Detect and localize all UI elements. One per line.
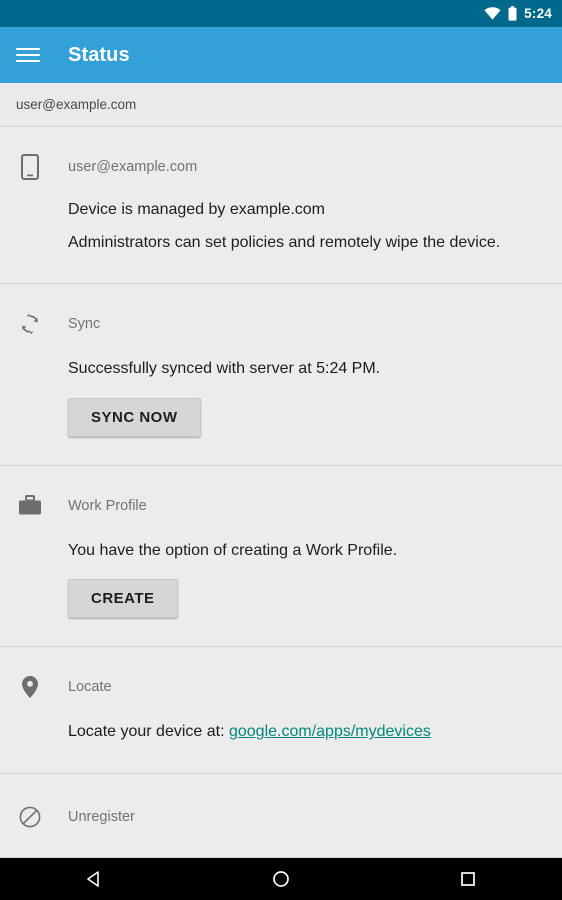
system-navigation-bar bbox=[0, 858, 562, 900]
section-work-profile: Work Profile You have the option of crea… bbox=[0, 465, 562, 648]
device-managed-text: Device is managed by example.com bbox=[68, 201, 326, 218]
section-device: user@example.com Device is managed by ex… bbox=[0, 127, 562, 285]
button-row: SYNC NOW bbox=[68, 397, 546, 437]
section-title: Unregister bbox=[68, 808, 135, 825]
app-bar: Status bbox=[0, 27, 562, 83]
section-body: Successfully synced with server at 5:24 … bbox=[16, 358, 546, 465]
section-header: Unregister bbox=[16, 774, 546, 831]
section-header: Locate bbox=[16, 647, 546, 701]
map-pin-icon bbox=[16, 673, 44, 701]
section-header: user@example.com bbox=[16, 127, 546, 181]
mydevices-link[interactable]: google.com/apps/mydevices bbox=[229, 723, 431, 740]
create-work-profile-button[interactable]: CREATE bbox=[68, 579, 178, 619]
section-title: Locate bbox=[68, 679, 112, 696]
section-locate: Locate Locate your device at: google.com… bbox=[0, 647, 562, 774]
clock-label: 5:24 bbox=[524, 5, 552, 21]
battery-icon bbox=[508, 6, 517, 21]
button-row: CREATE bbox=[68, 579, 546, 619]
recents-square-icon[interactable] bbox=[440, 858, 496, 900]
section-body: You have the option of creating a Work P… bbox=[16, 540, 546, 647]
app-screen: 5:24 Status user@example.com user@exampl… bbox=[0, 0, 562, 900]
device-policy-text: Administrators can set policies and remo… bbox=[68, 233, 501, 251]
section-sync: Sync Successfully synced with server at … bbox=[0, 284, 562, 466]
account-email-label: user@example.com bbox=[16, 97, 137, 112]
block-icon bbox=[16, 803, 44, 831]
section-body: Device is managed by example.com Adminis… bbox=[16, 199, 546, 283]
section-header: Sync bbox=[16, 284, 546, 338]
section-header: Work Profile bbox=[16, 466, 546, 520]
section-body: Locate your device at: google.com/apps/m… bbox=[16, 721, 546, 773]
section-unregister[interactable]: Unregister bbox=[0, 773, 562, 858]
wifi-icon bbox=[484, 7, 501, 20]
section-title: Sync bbox=[68, 316, 101, 333]
home-circle-icon[interactable] bbox=[253, 858, 309, 900]
locate-text-row: Locate your device at: google.com/apps/m… bbox=[68, 721, 546, 743]
section-title: Work Profile bbox=[68, 497, 147, 514]
sync-now-button[interactable]: SYNC NOW bbox=[68, 397, 201, 437]
page-title: Status bbox=[68, 43, 130, 66]
section-title: user@example.com bbox=[68, 159, 198, 175]
hamburger-menu-icon[interactable] bbox=[16, 43, 40, 67]
sync-icon bbox=[16, 310, 44, 338]
account-bar[interactable]: user@example.com bbox=[0, 83, 562, 127]
back-triangle-icon[interactable] bbox=[66, 858, 122, 900]
smartphone-icon bbox=[16, 153, 44, 181]
sync-status-text: Successfully synced with server at 5:24 … bbox=[68, 360, 381, 378]
work-profile-text: You have the option of creating a Work P… bbox=[68, 541, 398, 559]
briefcase-icon bbox=[16, 492, 44, 520]
system-status-bar: 5:24 bbox=[0, 0, 562, 27]
locate-prefix-label: Locate your device at: bbox=[68, 723, 229, 741]
